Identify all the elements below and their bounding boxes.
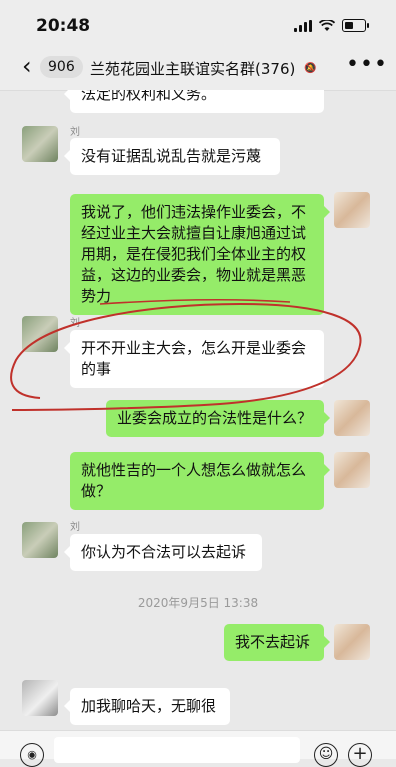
input-bar: ◉ ☺ +	[0, 730, 396, 767]
message-bubble[interactable]: 没有证据乱说乱告就是污蔑	[64, 138, 280, 175]
message-bubble[interactable]: 业委会成立的合法性是什么？	[106, 400, 330, 437]
avatar[interactable]	[334, 452, 370, 488]
signal-icon	[294, 19, 312, 32]
message-bubble[interactable]: 就他性吉的一个人想怎么做就怎么做？	[70, 452, 330, 510]
avatar[interactable]	[22, 316, 58, 352]
back-unread-count[interactable]: 906	[40, 56, 83, 78]
avatar[interactable]	[22, 126, 58, 162]
plus-icon[interactable]: +	[348, 743, 372, 767]
message-bubble[interactable]: 加我聊哈天，无聊很	[64, 688, 230, 725]
message-text: 开不开业主大会，怎么开是业委会的事	[81, 339, 307, 378]
sender-name: 刘	[70, 127, 80, 138]
voice-icon[interactable]: ◉	[20, 743, 44, 767]
message-bubble[interactable]: 我不去起诉	[224, 624, 330, 661]
sender-name: 刘	[70, 318, 80, 329]
message-text: 加我聊哈天，无聊很	[81, 697, 217, 715]
message-bubble[interactable]: 开不开业主大会，怎么开是业委会的事	[64, 330, 324, 388]
avatar[interactable]	[334, 400, 370, 436]
message-text: 你认为不合法可以去起诉	[81, 543, 247, 561]
message-text: 我不去起诉	[235, 633, 311, 651]
battery-icon	[342, 19, 369, 32]
wifi-icon	[319, 19, 335, 31]
message-bubble[interactable]: 我说了，他们违法操作业委会，不经过业主大会就擅自让康旭通过试用期，是在侵犯我们全…	[70, 194, 330, 315]
avatar[interactable]	[334, 192, 370, 228]
message-text: 没有证据乱说乱告就是污蔑	[81, 147, 262, 165]
message-timestamp: 2020年9月5日 13:38	[137, 596, 259, 610]
sender-name: 刘	[70, 522, 80, 533]
message-input[interactable]	[54, 737, 300, 763]
message-text: 就他性吉的一个人想怎么做就怎么做？	[81, 461, 307, 500]
message-bubble[interactable]: 法定的权利和义务。	[64, 90, 324, 113]
bell-off-icon: 🔕	[304, 63, 317, 74]
emoji-icon[interactable]: ☺	[314, 743, 338, 767]
status-bar: 20:48	[0, 0, 396, 44]
message-bubble[interactable]: 你认为不合法可以去起诉	[64, 534, 262, 571]
chevron-left-icon[interactable]: ‹	[22, 52, 32, 80]
avatar[interactable]	[22, 680, 58, 716]
more-icon[interactable]: •••	[346, 52, 388, 77]
avatar[interactable]	[334, 624, 370, 660]
status-icons	[294, 19, 369, 32]
message-list[interactable]: 法定的权利和义务。 刘 没有证据乱说乱告就是污蔑 我说了，他们违法操作业委会，不…	[0, 90, 396, 730]
status-time: 20:48	[36, 16, 91, 36]
message-text: 法定的权利和义务。	[81, 90, 217, 103]
message-text: 业委会成立的合法性是什么？	[117, 409, 313, 427]
chat-title: 兰苑花园业主联谊实名群(376)	[90, 60, 296, 78]
message-text: 我说了，他们违法操作业委会，不经过业主大会就擅自让康旭通过试用期，是在侵犯我们全…	[81, 203, 307, 305]
avatar[interactable]	[22, 522, 58, 558]
chat-header: ‹ 906 兰苑花园业主联谊实名群(376) 🔕 •••	[0, 44, 396, 91]
